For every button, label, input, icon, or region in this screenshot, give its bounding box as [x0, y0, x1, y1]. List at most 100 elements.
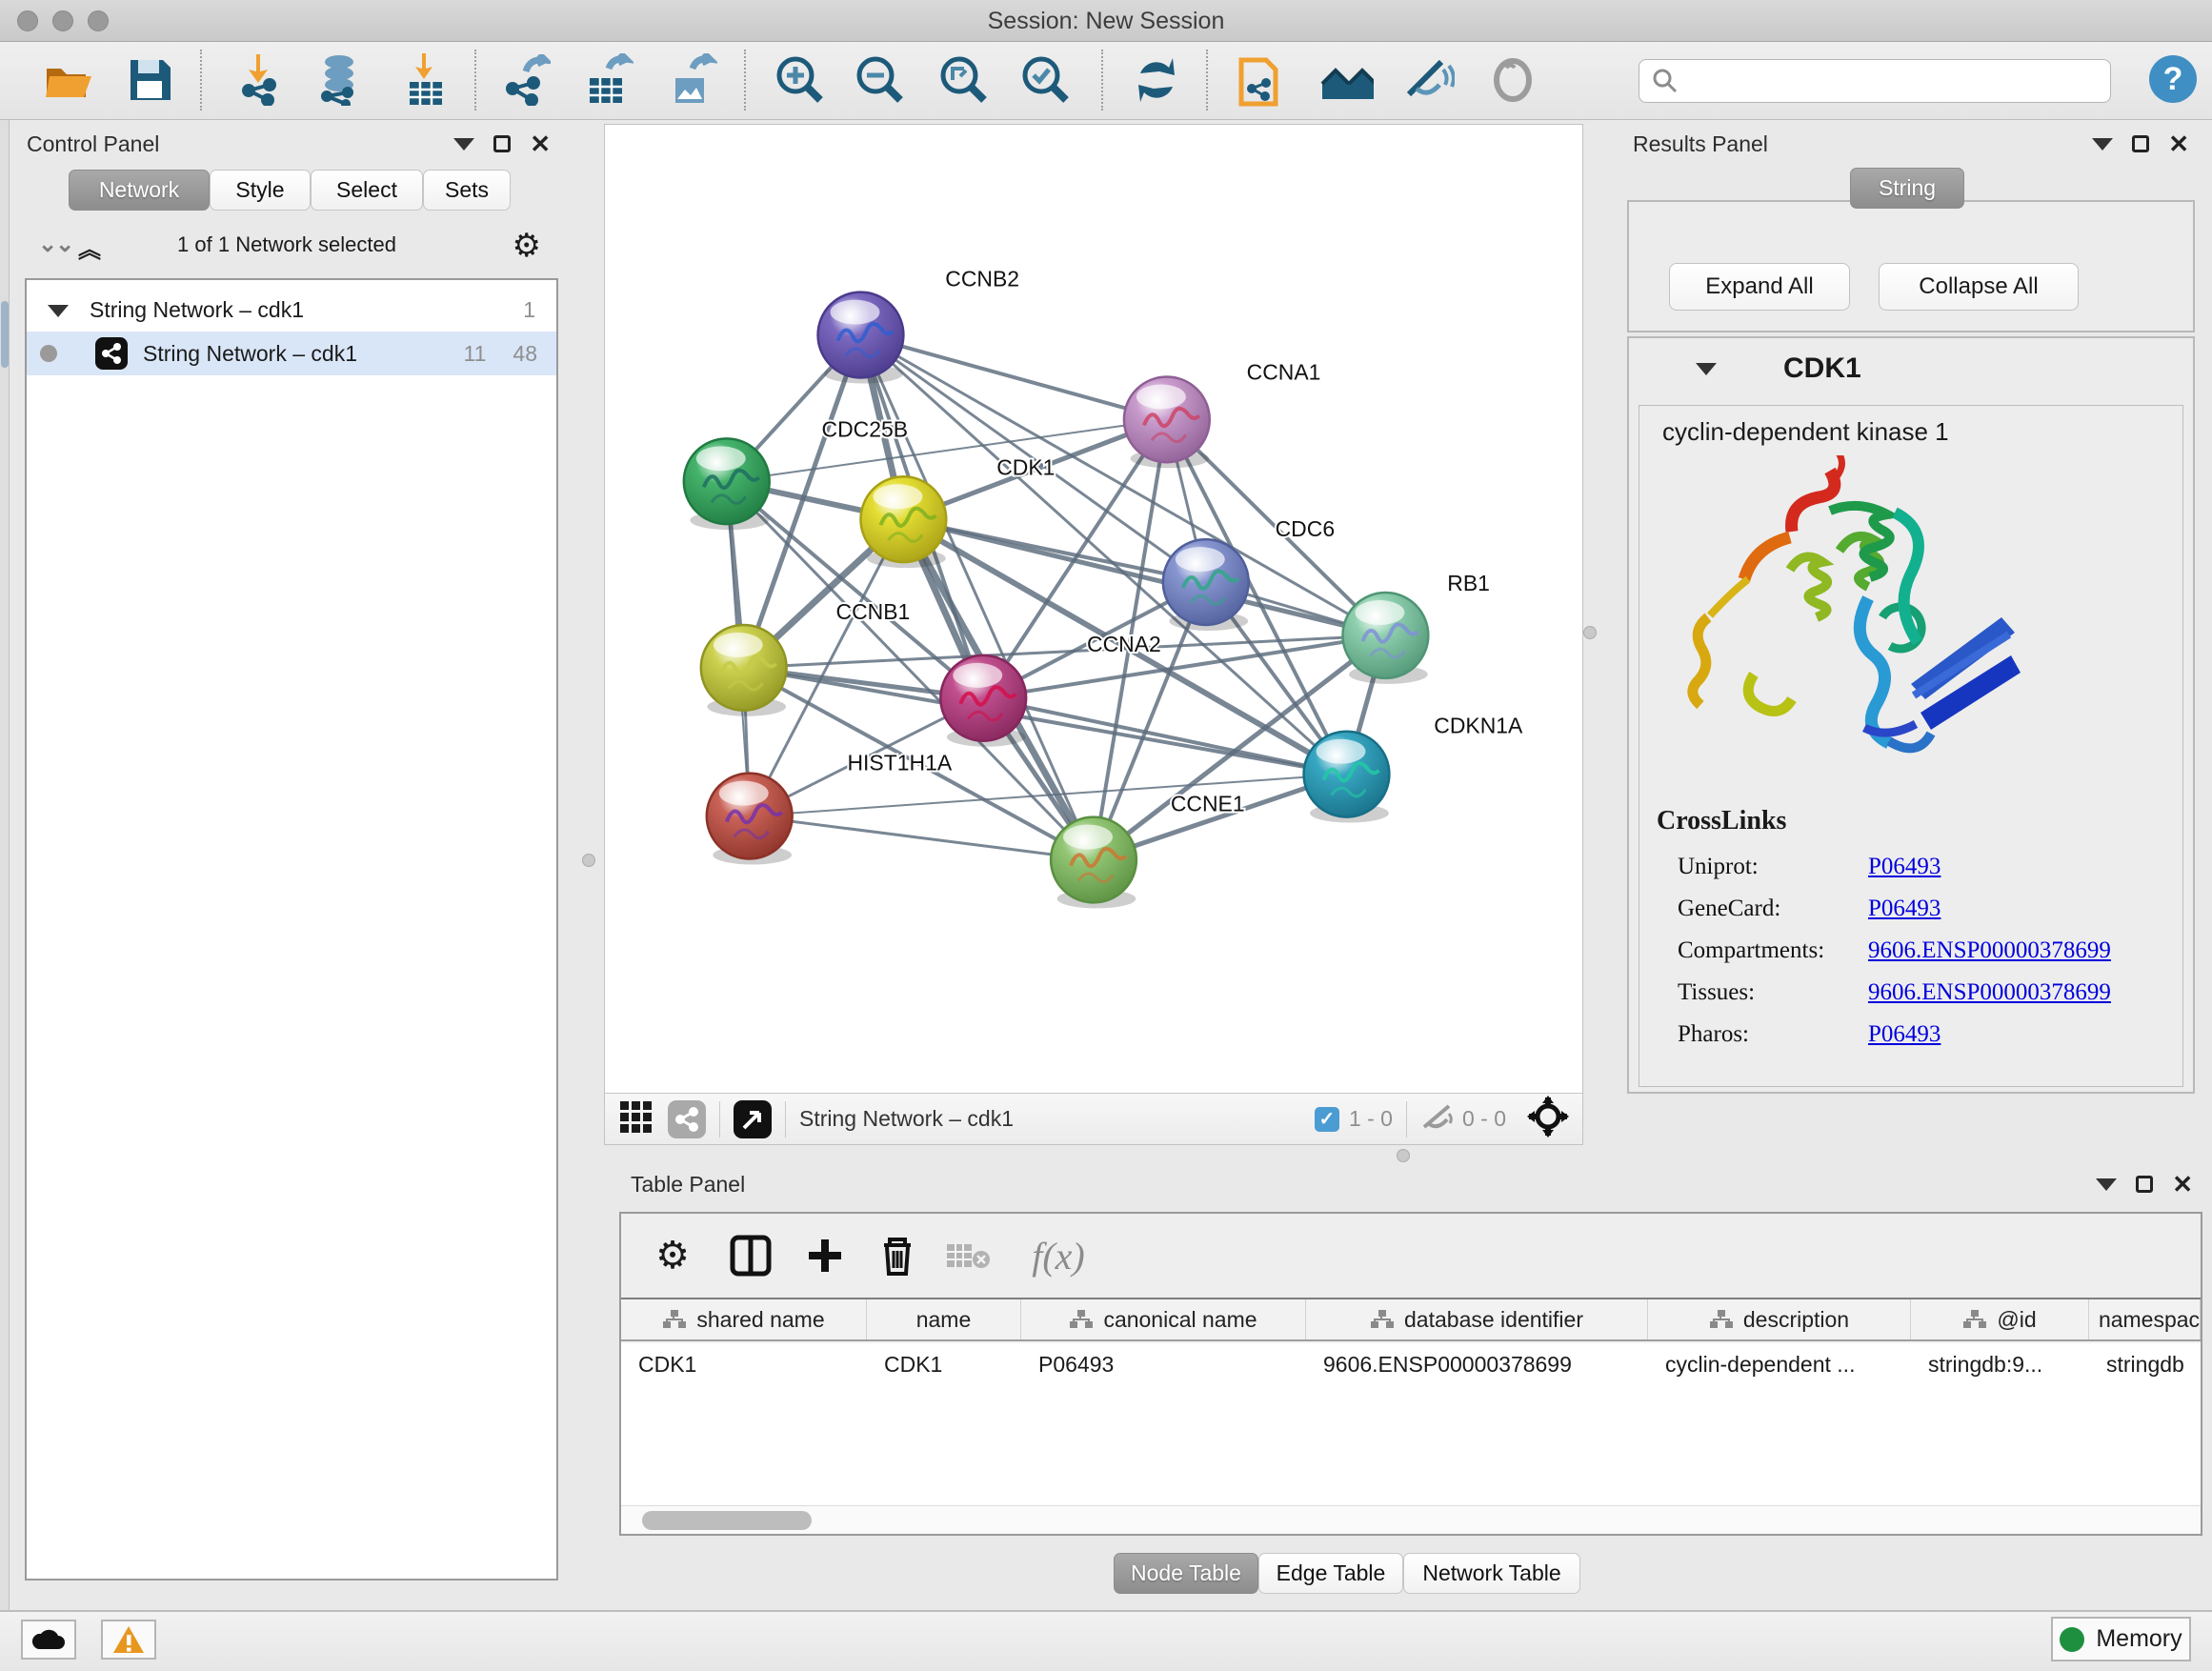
tab-sets[interactable]: Sets [423, 170, 511, 211]
fit-selected-crosshair-icon[interactable] [1527, 1096, 1569, 1143]
delete-column-icon[interactable] [873, 1231, 922, 1280]
control-panel-title: Control Panel [27, 131, 159, 157]
column-header-canonical-name[interactable]: canonical name [1021, 1299, 1306, 1339]
cell[interactable]: stringdb [2089, 1343, 2201, 1385]
save-session-icon[interactable] [124, 53, 177, 107]
edge-CCNB2-CCNE1[interactable] [860, 335, 1094, 860]
column-header-database-identifier[interactable]: database identifier [1306, 1299, 1648, 1339]
cell[interactable]: 9606.ENSP00000378699 [1306, 1343, 1648, 1385]
node-CCNA1[interactable]: CCNA1 [1124, 359, 1321, 468]
node-label-CDKN1A: CDKN1A [1434, 714, 1523, 738]
control-panel-collapse-icon[interactable] [453, 138, 474, 151]
tree-expand-icon[interactable] [48, 297, 69, 323]
cell[interactable]: CDK1 [867, 1343, 1021, 1385]
node-CCNB1[interactable]: CCNB1 [701, 599, 910, 716]
edge-CCNE1-HIST1H1A[interactable] [750, 816, 1094, 860]
tab-select[interactable]: Select [311, 170, 423, 211]
right-splitter-dot[interactable] [1583, 626, 1597, 639]
crosslink-link[interactable]: P06493 [1868, 854, 1941, 880]
tab-string[interactable]: String [1850, 168, 1964, 209]
node-HIST1H1A[interactable]: HIST1H1A [707, 751, 953, 865]
table-row[interactable]: CDK1CDK1P064939606.ENSP00000378699cyclin… [621, 1343, 2201, 1385]
network-row-selected[interactable]: String Network – cdk1 11 48 [27, 332, 556, 375]
export-network-icon[interactable] [499, 53, 553, 107]
table-body-empty [621, 1385, 2201, 1505]
crosslink-link[interactable]: P06493 [1868, 896, 1941, 922]
node-CCNE1[interactable]: CCNE1 [1051, 792, 1245, 909]
cell[interactable]: P06493 [1021, 1343, 1306, 1385]
tab-style[interactable]: Style [210, 170, 311, 211]
delete-table-icon[interactable] [943, 1231, 993, 1280]
network-collection-row[interactable]: String Network – cdk1 1 [27, 288, 556, 332]
column-header-namespac[interactable]: namespac [2089, 1299, 2201, 1339]
network-view[interactable]: CCNB2CCNA1CDC25BCDK1CDC6RB1CCNB1CCNA2CDK… [604, 124, 1583, 1145]
cell[interactable]: stringdb:9... [1911, 1343, 2089, 1385]
cell[interactable]: cyclin-dependent ... [1648, 1343, 1911, 1385]
organisms-icon[interactable] [1320, 53, 1374, 107]
results-panel-close-icon[interactable]: ✕ [2168, 135, 2189, 152]
hidden-eye-icon[interactable] [1420, 1102, 1455, 1137]
node-CDKN1A[interactable]: CDKN1A [1304, 714, 1523, 823]
network-canvas[interactable]: CCNB2CCNA1CDC25BCDK1CDC6RB1CCNB1CCNA2CDK… [605, 125, 1582, 1093]
column-header-@id[interactable]: @id [1911, 1299, 2089, 1339]
birds-eye-icon[interactable] [618, 1097, 656, 1141]
table-panel-float-icon[interactable] [2136, 1176, 2153, 1193]
cloud-status-button[interactable] [21, 1620, 76, 1660]
add-column-icon[interactable] [800, 1231, 850, 1280]
tab-network[interactable]: Network [69, 170, 210, 211]
search-input[interactable] [1639, 59, 2111, 103]
help-button[interactable]: ? [2149, 55, 2197, 103]
column-header-description[interactable]: description [1648, 1299, 1911, 1339]
export-image-icon[interactable] [667, 53, 720, 107]
left-splitter-dot[interactable] [582, 854, 595, 867]
refresh-icon[interactable] [1130, 53, 1183, 107]
import-network-icon[interactable] [232, 53, 286, 107]
collapse-all-button[interactable]: Collapse All [1879, 263, 2079, 311]
function-builder-icon[interactable]: f(x) [1016, 1231, 1101, 1280]
crosslink-link[interactable]: P06493 [1868, 1021, 1941, 1048]
tab-edge-table[interactable]: Edge Table [1258, 1553, 1403, 1594]
open-session-icon[interactable] [42, 53, 95, 107]
string-badge-icon[interactable] [668, 1100, 706, 1138]
cell[interactable]: CDK1 [621, 1343, 867, 1385]
left-splitter-handle[interactable] [1, 301, 9, 368]
warning-status-button[interactable] [101, 1620, 156, 1660]
column-header-shared-name[interactable]: shared name [621, 1299, 867, 1339]
node-RB1[interactable]: RB1 [1342, 571, 1489, 684]
node-CCNB2[interactable]: CCNB2 [818, 267, 1020, 384]
zoom-in-icon[interactable] [774, 53, 827, 107]
show-glass-icon[interactable] [1486, 53, 1539, 107]
zoom-out-icon[interactable] [854, 53, 907, 107]
table-header-row[interactable]: shared namenamecanonical namedatabase id… [621, 1298, 2201, 1341]
import-database-icon[interactable] [312, 53, 366, 107]
import-table-icon[interactable] [400, 53, 453, 107]
hide-glass-icon[interactable] [1402, 53, 1456, 107]
control-panel-close-icon[interactable]: ✕ [530, 135, 551, 152]
string-document-icon[interactable] [1235, 53, 1288, 107]
zoom-selected-icon[interactable] [1019, 53, 1073, 107]
table-panel-close-icon[interactable]: ✕ [2172, 1176, 2193, 1193]
tab-network-table[interactable]: Network Table [1403, 1553, 1580, 1594]
memory-button[interactable]: Memory [2051, 1617, 2191, 1661]
gene-section-header[interactable]: CDK1 [1629, 338, 2193, 399]
table-panel-collapse-icon[interactable] [2096, 1178, 2117, 1191]
crosslink-link[interactable]: 9606.ENSP00000378699 [1868, 937, 2111, 964]
results-panel-float-icon[interactable] [2132, 135, 2149, 152]
open-full-view-icon[interactable] [734, 1100, 772, 1138]
table-horizontal-scrollbar[interactable] [621, 1505, 2201, 1534]
control-panel-float-icon[interactable] [493, 135, 511, 152]
network-options-gear-icon[interactable]: ⚙ [513, 227, 541, 265]
export-table-icon[interactable] [583, 53, 636, 107]
scrollbar-thumb[interactable] [642, 1511, 812, 1530]
show-columns-icon[interactable] [726, 1231, 775, 1280]
tab-node-table[interactable]: Node Table [1114, 1553, 1258, 1594]
crosslink-link[interactable]: 9606.ENSP00000378699 [1868, 979, 2111, 1006]
bottom-splitter-dot[interactable] [1397, 1149, 1410, 1162]
selected-checkbox-icon[interactable]: ✓ [1315, 1107, 1339, 1132]
results-panel-collapse-icon[interactable] [2092, 138, 2113, 151]
zoom-fit-icon[interactable] [937, 53, 991, 107]
expand-all-button[interactable]: Expand All [1669, 263, 1850, 311]
gene-collapse-icon[interactable] [1696, 363, 1717, 375]
column-header-name[interactable]: name [867, 1299, 1021, 1339]
table-settings-gear-icon[interactable]: ⚙ [648, 1231, 697, 1280]
